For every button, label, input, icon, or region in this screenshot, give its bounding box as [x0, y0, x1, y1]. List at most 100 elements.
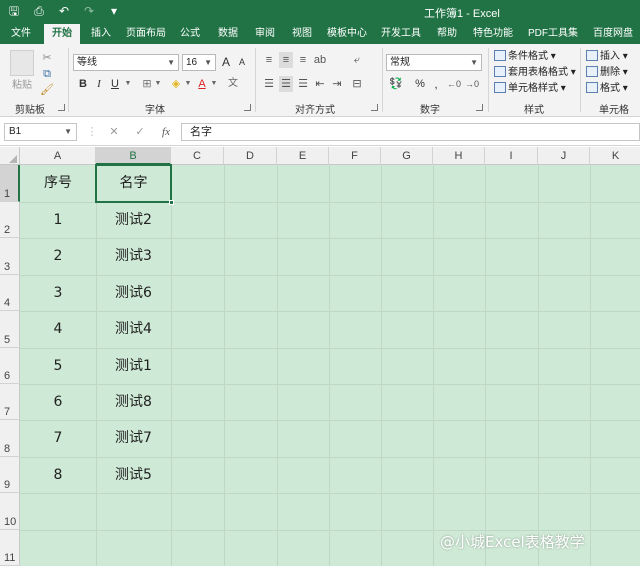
cell-a8[interactable]: 7: [20, 420, 96, 457]
column-header-i[interactable]: I: [485, 147, 538, 165]
column-header-f[interactable]: F: [329, 147, 381, 165]
cell-a6[interactable]: 5: [20, 348, 96, 384]
align-top-icon[interactable]: ≡: [262, 52, 276, 68]
tab-home[interactable]: 开始: [44, 24, 80, 44]
row-header-3[interactable]: 3: [0, 238, 20, 275]
comma-style-icon[interactable]: ,: [430, 76, 442, 92]
column-header-d[interactable]: D: [224, 147, 277, 165]
row-header-6[interactable]: 6: [0, 348, 20, 384]
font-size-select[interactable]: 16 ▼: [182, 54, 216, 71]
cell-b2[interactable]: 测试2: [96, 202, 171, 238]
row-header-7[interactable]: 7: [0, 384, 20, 420]
cell-styles-button[interactable]: 单元格样式 ▾: [494, 82, 566, 96]
cut-icon[interactable]: ✂: [40, 50, 54, 66]
select-all-button[interactable]: [0, 147, 20, 165]
underline-button[interactable]: U: [108, 76, 122, 92]
column-header-h[interactable]: H: [433, 147, 485, 165]
fill-color-icon[interactable]: ◈: [169, 76, 183, 92]
column-header-k[interactable]: K: [590, 147, 640, 165]
format-cells-button[interactable]: 格式 ▾: [586, 82, 628, 96]
orientation-icon[interactable]: ab: [313, 52, 327, 68]
cell-a1[interactable]: 序号: [20, 165, 96, 202]
format-as-table-button[interactable]: 套用表格格式 ▾: [494, 66, 576, 80]
bold-button[interactable]: B: [76, 76, 90, 92]
number-format-select[interactable]: 常规 ▼: [386, 54, 482, 71]
cell-b7[interactable]: 测试8: [96, 384, 171, 420]
row-header-1[interactable]: 1: [0, 165, 20, 202]
align-bottom-icon[interactable]: ≡: [296, 52, 310, 68]
percent-button[interactable]: %: [414, 76, 426, 92]
cell-a5[interactable]: 4: [20, 311, 96, 348]
decrease-indent-icon[interactable]: ⇤: [313, 76, 327, 92]
insert-function-icon[interactable]: fx: [158, 123, 174, 141]
conditional-formatting-button[interactable]: 条件格式 ▾: [494, 50, 556, 64]
font-color-icon[interactable]: A: [195, 76, 209, 92]
increase-indent-icon[interactable]: ⇥: [330, 76, 344, 92]
wrap-text-icon[interactable]: ⤶: [350, 52, 364, 68]
number-launcher-icon[interactable]: [476, 104, 483, 111]
name-box[interactable]: B1 ▼: [4, 123, 77, 141]
row-header-4[interactable]: 4: [0, 275, 20, 311]
tab-pdf-tools[interactable]: PDF工具集: [524, 24, 582, 44]
format-painter-icon[interactable]: 🖌: [40, 82, 54, 98]
paste-icon[interactable]: [10, 50, 34, 76]
column-header-j[interactable]: J: [538, 147, 590, 165]
chevron-down-icon[interactable]: ▼: [124, 76, 132, 92]
decrease-decimal-icon[interactable]: →0: [464, 76, 480, 92]
column-header-a[interactable]: A: [20, 147, 96, 165]
chevron-down-icon[interactable]: ▼: [154, 76, 162, 92]
copy-icon[interactable]: ⧉: [40, 66, 54, 82]
cell-b8[interactable]: 测试7: [96, 420, 171, 457]
align-left-icon[interactable]: ☰: [262, 76, 276, 92]
shrink-font-button[interactable]: A: [235, 54, 249, 70]
customize-qat-icon[interactable]: ▾: [106, 3, 122, 19]
paste-button-label[interactable]: 粘贴: [10, 78, 34, 94]
currency-icon[interactable]: 💱: [388, 76, 404, 92]
row-header-8[interactable]: 8: [0, 420, 20, 457]
align-center-icon[interactable]: ☰: [279, 76, 293, 92]
font-name-select[interactable]: 等线 ▼: [73, 54, 179, 71]
cell-a9[interactable]: 8: [20, 457, 96, 493]
tab-review[interactable]: 审阅: [250, 24, 280, 44]
undo-icon[interactable]: ↶: [56, 3, 72, 19]
cell-b9[interactable]: 测试5: [96, 457, 171, 493]
tab-insert[interactable]: 插入: [84, 24, 118, 44]
merge-center-icon[interactable]: ⊟: [350, 76, 364, 92]
fill-handle[interactable]: [169, 200, 174, 205]
align-right-icon[interactable]: ☰: [296, 76, 310, 92]
chevron-down-icon[interactable]: ▼: [210, 76, 218, 92]
align-middle-icon[interactable]: ≡: [279, 52, 293, 68]
tab-view[interactable]: 视图: [286, 24, 318, 44]
tab-special-features[interactable]: 特色功能: [470, 24, 516, 44]
italic-button[interactable]: I: [92, 76, 106, 92]
row-header-9[interactable]: 9: [0, 457, 20, 493]
chevron-down-icon[interactable]: ▼: [184, 76, 192, 92]
row-header-2[interactable]: 2: [0, 202, 20, 238]
cell-a4[interactable]: 3: [20, 275, 96, 311]
clipboard-launcher-icon[interactable]: [58, 104, 65, 111]
tab-page-layout[interactable]: 页面布局: [122, 24, 170, 44]
cell-a3[interactable]: 2: [20, 238, 96, 275]
row-header-10[interactable]: 10: [0, 493, 20, 530]
cell-b6[interactable]: 测试1: [96, 348, 171, 384]
delete-cells-button[interactable]: 删除 ▾: [586, 66, 628, 80]
tab-file[interactable]: 文件: [4, 24, 38, 44]
phonetic-icon[interactable]: 文: [226, 76, 240, 92]
increase-decimal-icon[interactable]: ←0: [446, 76, 462, 92]
redo-icon[interactable]: ↷: [81, 3, 97, 19]
tab-formulas[interactable]: 公式: [174, 24, 206, 44]
column-header-c[interactable]: C: [171, 147, 224, 165]
cell-a7[interactable]: 6: [20, 384, 96, 420]
formula-input[interactable]: 名字: [181, 123, 640, 141]
cell-b5[interactable]: 测试4: [96, 311, 171, 348]
tab-developer[interactable]: 开发工具: [378, 24, 424, 44]
print-preview-icon[interactable]: ⎙: [31, 3, 47, 19]
enter-icon[interactable]: ✓: [132, 123, 148, 141]
tab-baidu-netdisk[interactable]: 百度网盘: [588, 24, 638, 44]
cancel-icon[interactable]: ✕: [106, 123, 122, 141]
cell-a2[interactable]: 1: [20, 202, 96, 238]
tab-help[interactable]: 帮助: [432, 24, 462, 44]
save-icon[interactable]: 🖫: [6, 3, 22, 19]
column-header-g[interactable]: G: [381, 147, 433, 165]
row-header-5[interactable]: 5: [0, 311, 20, 348]
